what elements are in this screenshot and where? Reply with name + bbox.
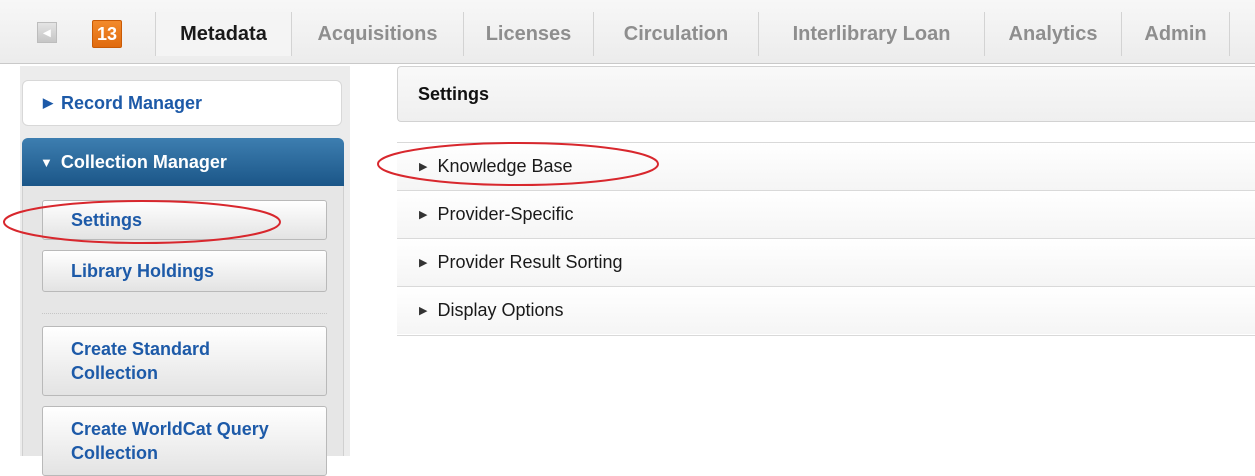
- tab-acquisitions[interactable]: Acquisitions: [291, 12, 463, 56]
- section-label: Knowledge Base: [437, 156, 573, 176]
- record-manager-header[interactable]: ▶ Record Manager: [22, 80, 342, 126]
- section-provider-result-sorting[interactable]: ▶ Provider Result Sorting: [397, 238, 1255, 286]
- section-label: Provider Result Sorting: [437, 252, 623, 272]
- tab-interlibrary-loan[interactable]: Interlibrary Loan: [758, 12, 984, 56]
- sidebar-item-label: Settings: [71, 210, 143, 230]
- sidebar-item-label: Create WorldCat Query Collection: [71, 419, 269, 463]
- tab-analytics[interactable]: Analytics: [984, 12, 1121, 56]
- page-title: Settings: [397, 66, 1255, 122]
- triangle-right-icon: ▶: [419, 209, 428, 221]
- collection-manager-header[interactable]: ▼ Collection Manager: [22, 138, 344, 186]
- tab-admin[interactable]: Admin: [1121, 12, 1230, 56]
- sidebar-item-create-standard-collection[interactable]: Create Standard Collection: [42, 326, 327, 396]
- sidebar-divider: [42, 313, 327, 314]
- section-list-bottom-border: [397, 335, 1255, 336]
- record-manager-label: Record Manager: [61, 92, 203, 113]
- sidebar-item-library-holdings[interactable]: Library Holdings: [42, 250, 327, 292]
- triangle-right-icon: ▶: [43, 95, 53, 110]
- triangle-right-icon: ▶: [419, 257, 428, 269]
- tab-metadata[interactable]: Metadata: [155, 12, 291, 56]
- section-provider-specific[interactable]: ▶ Provider-Specific: [397, 190, 1255, 238]
- notification-badge[interactable]: 13: [92, 20, 122, 48]
- sidebar-item-label: Library Holdings: [71, 261, 215, 281]
- triangle-right-icon: ▶: [419, 305, 428, 317]
- section-label: Provider-Specific: [437, 204, 574, 224]
- sidebar-item-settings[interactable]: Settings: [42, 200, 327, 240]
- collapse-sidebar-icon[interactable]: ◂: [37, 22, 57, 43]
- section-knowledge-base[interactable]: ▶ Knowledge Base: [397, 142, 1255, 190]
- triangle-right-icon: ▶: [419, 161, 428, 173]
- collection-manager-label: Collection Manager: [60, 151, 227, 172]
- tab-circulation[interactable]: Circulation: [593, 12, 758, 56]
- section-display-options[interactable]: ▶ Display Options: [397, 286, 1255, 334]
- triangle-down-icon: ▼: [40, 154, 53, 170]
- module-tab-bar: ◂ 13 Metadata Acquisitions Licenses Circ…: [0, 0, 1255, 64]
- tab-licenses[interactable]: Licenses: [463, 12, 593, 56]
- settings-title: Settings: [418, 83, 490, 104]
- sidebar-item-label: Create Standard Collection: [71, 339, 211, 383]
- sidebar-item-create-worldcat-query-collection[interactable]: Create WorldCat Query Collection: [42, 406, 327, 476]
- section-label: Display Options: [437, 300, 564, 320]
